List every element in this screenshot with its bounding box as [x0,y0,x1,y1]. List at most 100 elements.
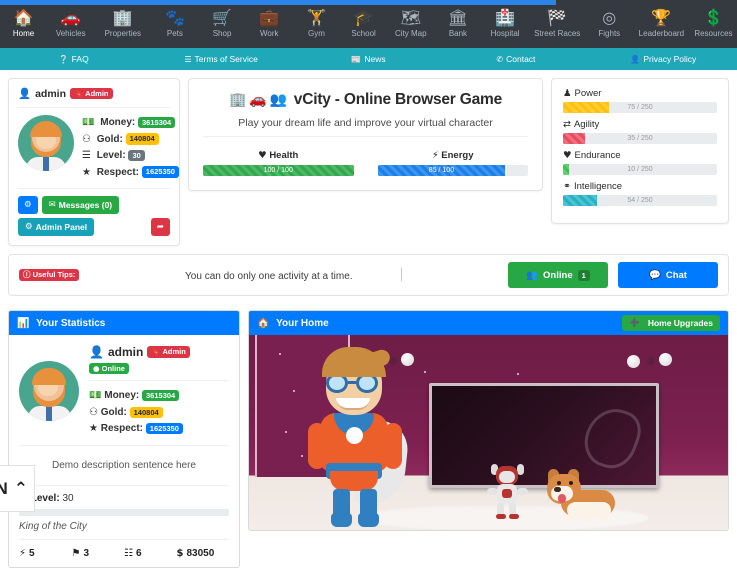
your-statistics-header-label: Your Statistics [36,317,106,329]
subnav-item-terms-of-service[interactable]: ☰ Terms of Service [147,54,294,64]
dollar-icon: $ [176,547,184,559]
star-icon: ★ [82,166,91,178]
cogs-icon: ⚙ [25,222,33,232]
online-count-badge: 1 [577,269,590,281]
trophy-icon: 🏆 [651,8,672,27]
statistics-role-badge: 🔖 Admin [147,346,190,358]
nav-item-home[interactable]: 🏠 Home [0,5,47,39]
user-role-badge-label: Admin [85,88,109,98]
your-statistics-header-left: 📊 Your Statistics [17,318,105,329]
statistics-profile: 👤 admin 🔖 Admin ● Online 💵 Money: 361530… [19,345,229,438]
vital-bar-track: 85 / 100 [377,165,528,176]
nav-item-street-races[interactable]: 🏁 Street Races [529,5,586,39]
money-value: 3615304 [142,390,180,402]
attribute-endurance: ♥ Endurance 10 / 250 [563,150,717,175]
statistics-mini-row: ⚡ 5 ⚑ 3 ☷ 6 $83050 [19,548,229,559]
user-shield-icon: 👤 [630,55,641,64]
nav-item-pets[interactable]: 🐾 Pets [151,5,198,39]
admin-panel-button[interactable]: ⚙ Admin Panel [18,218,95,236]
user-icon: 👤 [18,88,32,100]
divider [18,188,170,189]
chat-button[interactable]: 💬 Chat [618,262,718,288]
nav-item-gym[interactable]: 🏋 Gym [293,5,340,39]
nav-item-label: Bank [448,29,468,38]
your-statistics-header: 📊 Your Statistics [9,311,239,335]
overlay-text: N [0,478,8,498]
mini-stat-2: ☷ 6 [124,548,177,559]
nav-item-hospital[interactable]: 🏥 Hospital [482,5,529,39]
user-gold-row: ⚇ Gold: 140804 [82,132,179,148]
nav-item-city-map[interactable]: 🗺 City Map [387,5,434,39]
vital-bar-fill: 85 / 100 [377,165,506,176]
user-avatar [18,115,74,171]
subnav-item-faq[interactable]: ❔ FAQ [0,54,147,64]
nav-item-shop[interactable]: 🛒 Shop [198,5,245,39]
level-label: Level: [30,492,60,504]
nav-item-label: Work [259,29,279,38]
settings-button[interactable]: ⚙ [18,196,38,214]
user-resource-list: 💵 Money: 3615304 ⚇ Gold: 140804 ☰ Level: [82,115,179,181]
users-icon: 👥 [526,269,539,281]
your-home-header-label: Your Home [276,317,329,329]
nav-item-resources[interactable]: 💲 Resources [690,5,737,39]
tips-message: You can do only one activity at a time. [185,271,353,282]
mini-stat-3: $83050 [177,548,230,559]
subnav-item-label: Contact [506,54,536,64]
mini-stat-value: 6 [135,547,142,559]
attribute-track: 54 / 250 [563,195,717,206]
level-value: 30 [62,492,74,504]
game-title-text: vCity - Online Browser Game [293,91,503,108]
envelope-icon: ✉ [48,200,56,210]
top-row: 👤 admin 🔖 Admin 💵 Money: 3615304 ⚇ Gold:… [8,78,729,246]
attributes-panel: ♟ Power 75 / 250 ⇄ Agility 35 / 250 ♥ Endurance… [551,78,729,224]
admin-panel-button-label: Admin Panel [35,222,88,232]
graduation-cap-icon: 🎓 [353,8,374,27]
page-loading-bar [0,0,557,5]
building-icon: 🏢 [112,8,133,27]
user-panel: 👤 admin 🔖 Admin 💵 Money: 3615304 ⚇ Gold:… [8,78,180,246]
bank-icon: 🏛 [447,8,469,27]
subnav-item-news[interactable]: 📰 News [295,54,442,64]
messages-button-label: Messages (0) [58,200,113,210]
nav-item-leaderboard[interactable]: 🏆 Leaderboard [633,5,690,39]
divider [89,380,229,382]
page-body: 👤 admin 🔖 Admin 💵 Money: 3615304 ⚇ Gold:… [0,70,737,568]
statistics-profile-info: 👤 admin 🔖 Admin ● Online 💵 Money: 361530… [89,345,229,438]
nav-item-bank[interactable]: 🏛 Bank [434,5,481,39]
respect-value: 1625350 [145,423,183,435]
gold-icon: ⚇ [89,406,98,418]
dollar-icon: 💲 [703,8,724,27]
statistics-gold-row: ⚇ Gold: 140804 [89,405,229,422]
bookmark-icon: 🔖 [151,347,161,357]
chevron-up-icon[interactable]: ⌃ [14,479,28,499]
nav-item-properties[interactable]: 🏢 Properties [94,5,151,39]
useful-tips-badge: ⓘ Useful Tips: [19,269,80,281]
hospital-icon: 🏥 [495,8,516,27]
logout-icon: ➦ [156,222,164,232]
vital-bar-fill: 100 / 100 [203,165,354,176]
checkered-flag-icon: 🏁 [547,8,568,27]
subnav-item-contact[interactable]: ✆ Contact [442,54,589,64]
nav-item-vehicles[interactable]: 🚗 Vehicles [47,5,94,39]
nav-item-label: Leaderboard [638,29,685,38]
messages-button[interactable]: ✉ Messages (0) [41,196,120,214]
divider [19,538,229,540]
divider [19,444,229,446]
secondary-navigation: ❔ FAQ ☰ Terms of Service 📰 News ✆ Contact 👤 Priva… [0,48,737,70]
power-icon: ♟ [563,88,572,99]
home-upgrades-button[interactable]: ➕ Home Upgrades [622,315,720,331]
online-button[interactable]: 👥 Online 1 [508,262,608,288]
browser-overlay-popup[interactable]: N ⌃ [0,465,35,512]
nav-item-fights[interactable]: ◎ Fights [586,5,633,39]
gold-icon: ⚇ [82,133,91,145]
statistics-level-row: ★ Level: 30 [19,493,229,504]
subnav-item-privacy-policy[interactable]: 👤 Privacy Policy [590,54,737,64]
logout-button[interactable]: ➦ [150,218,170,236]
gold-value: 140804 [129,406,163,418]
nav-item-work[interactable]: 💼 Work [246,5,293,39]
intelligence-icon: ⚭ [563,181,571,192]
nav-item-school[interactable]: 🎓 School [340,5,387,39]
nav-item-label: School [351,29,376,38]
crosshair-icon: ◎ [602,8,617,27]
vital-bar-label: ♥ Health [258,150,299,161]
